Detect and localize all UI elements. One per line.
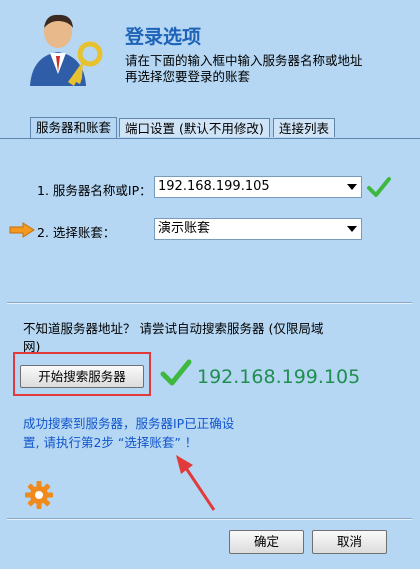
cancel-button[interactable]: 取消 <box>312 530 387 554</box>
header-desc-line1: 请在下面的输入框中输入服务器名称或地址 <box>125 53 363 68</box>
check-icon <box>160 359 192 386</box>
orange-arrow-icon <box>9 222 35 238</box>
chevron-down-icon[interactable] <box>347 184 357 190</box>
search-status-message: 成功搜索到服务器，服务器IP已正确设 置, 请执行第2步 “选择账套” ！ <box>23 414 234 452</box>
tab-baseline <box>0 138 420 139</box>
header-title: 登录选项 <box>125 26 202 48</box>
tab-server-account[interactable]: 服务器和账套 <box>30 117 118 138</box>
account-combobox[interactable]: 演示账套 <box>154 218 362 240</box>
annotation-arrow-icon <box>176 455 216 511</box>
start-search-button[interactable]: 开始搜索服务器 <box>20 365 144 388</box>
account-label: 2. 选择账套： <box>37 225 116 240</box>
ok-button[interactable]: 确定 <box>229 530 304 554</box>
autosearch-hint: 不知道服务器地址？ 请尝试自动搜索服务器 (仅限局域 网) <box>23 320 323 356</box>
gear-icon[interactable] <box>24 480 54 510</box>
tab-port-settings[interactable]: 端口设置 (默认不用修改) <box>119 118 270 137</box>
status-line2: 置, 请执行第2步 “选择账套” ！ <box>23 435 198 450</box>
check-icon <box>367 177 391 197</box>
tab-strip: 服务器和账套 端口设置 (默认不用修改) 连接列表 <box>0 117 420 138</box>
server-value: 192.168.199.105 <box>158 179 270 194</box>
server-label: 1. 服务器名称或IP： <box>37 183 152 198</box>
header-description: 请在下面的输入框中输入服务器名称或地址 再选择您要登录的账套 <box>125 53 363 85</box>
user-key-icon <box>30 14 103 86</box>
header-desc-line2: 再选择您要登录的账套 <box>125 69 251 84</box>
status-line1: 成功搜索到服务器，服务器IP已正确设 <box>23 416 235 431</box>
section-divider <box>7 302 412 304</box>
footer-divider <box>7 518 412 520</box>
server-combobox[interactable]: 192.168.199.105 <box>154 176 362 198</box>
chevron-down-icon[interactable] <box>347 226 357 232</box>
autosearch-hint-line1: 不知道服务器地址？ 请尝试自动搜索服务器 (仅限局域 <box>23 321 324 336</box>
found-server-ip: 192.168.199.105 <box>197 366 361 388</box>
tab-connection-list[interactable]: 连接列表 <box>273 118 336 137</box>
account-value: 演示账套 <box>158 221 211 236</box>
